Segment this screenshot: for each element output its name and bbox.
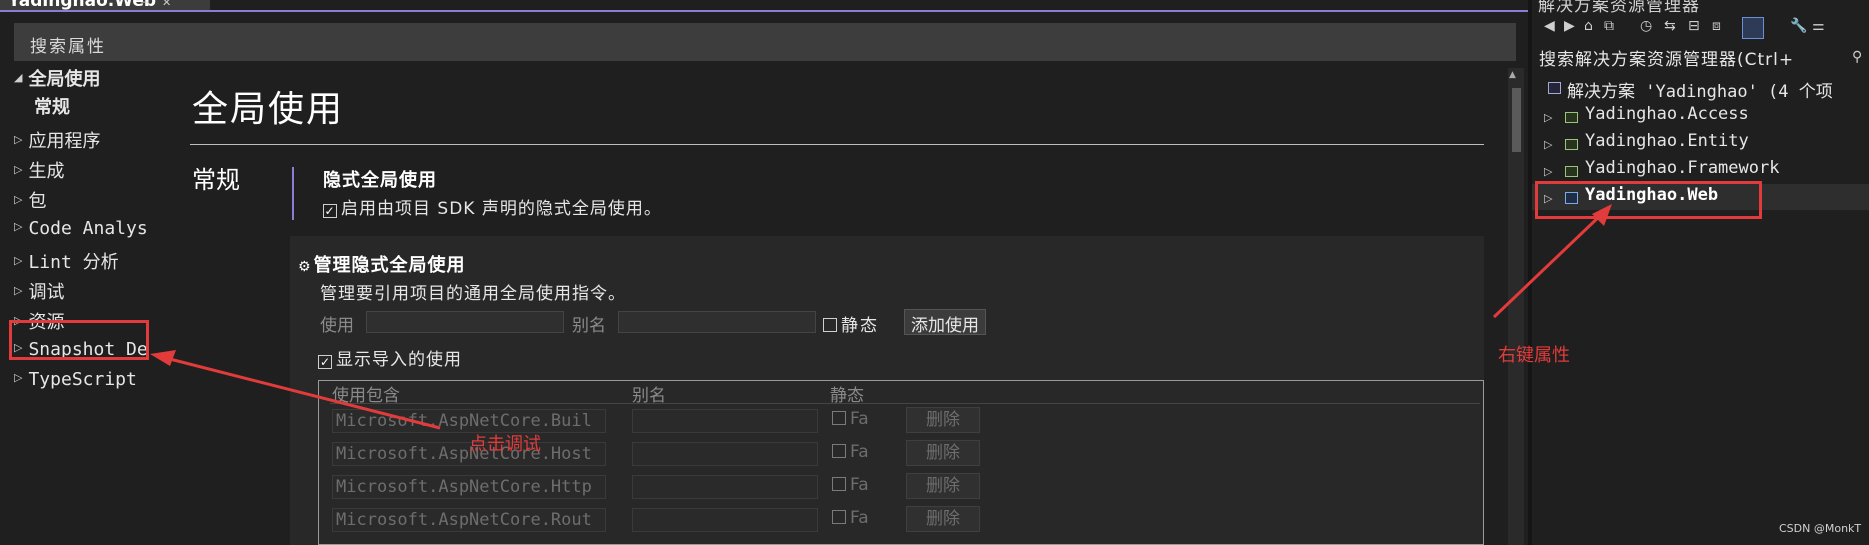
- arrowhead-debug-icon: [150, 350, 176, 366]
- annotation-right-click-properties: 右键属性: [1498, 345, 1570, 366]
- arrow-to-web: [1492, 210, 1606, 319]
- watermark: CSDN @MonkT: [1779, 522, 1862, 535]
- annotation-arrows: [150, 204, 1612, 430]
- arrow-to-debug: [161, 355, 441, 430]
- annotation-click-debug: 点击调试: [469, 434, 541, 455]
- arrowhead-web-icon: [1592, 204, 1612, 226]
